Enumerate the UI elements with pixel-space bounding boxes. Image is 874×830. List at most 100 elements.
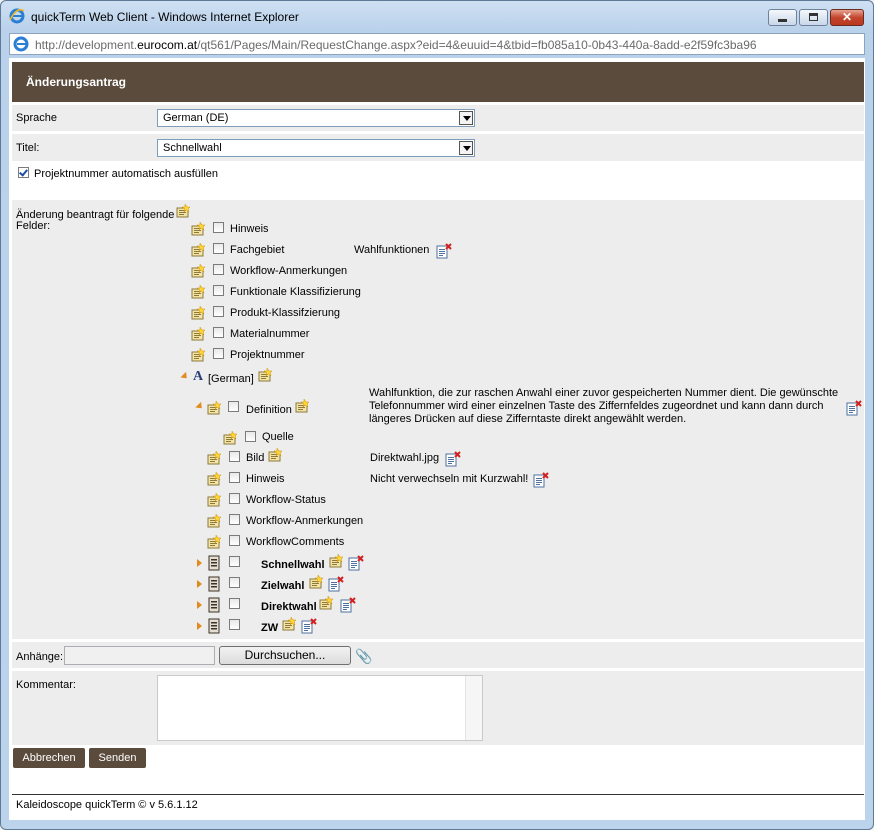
file-path-input[interactable]: [64, 646, 215, 665]
field-checkbox[interactable]: [229, 472, 240, 483]
delete-note-icon[interactable]: [846, 400, 862, 416]
delete-note-icon[interactable]: [328, 576, 344, 592]
field-label: Workflow-Anmerkungen: [230, 265, 348, 277]
send-button[interactable]: Senden: [89, 748, 146, 768]
delete-note-icon[interactable]: [301, 618, 317, 634]
edit-field-icon[interactable]: [191, 263, 207, 279]
expand-arrow-icon[interactable]: [197, 622, 202, 630]
field-label: Workflow-Status: [246, 494, 326, 506]
dialog-header: Änderungsantrag: [12, 62, 864, 102]
paperclip-icon[interactable]: 📎: [355, 648, 372, 665]
title-bar: quickTerm Web Client - Windows Internet …: [1, 1, 873, 31]
page-content: Änderungsantrag Sprache German (DE) Tite…: [9, 58, 865, 820]
field-checkbox[interactable]: [213, 306, 224, 317]
language-select[interactable]: German (DE): [157, 109, 475, 127]
edit-field-icon[interactable]: [191, 242, 207, 258]
language-a-icon: A: [193, 369, 204, 384]
field-label: Funktionale Klassifizierung: [230, 286, 361, 298]
definition-value: Wahlfunktion, die zur raschen Anwahl ein…: [369, 387, 839, 425]
edit-field-icon[interactable]: [207, 471, 223, 487]
delete-note-icon[interactable]: [436, 243, 452, 259]
edit-field-icon[interactable]: [207, 492, 223, 508]
source-label: Quelle: [262, 431, 294, 443]
term-checkbox[interactable]: [229, 556, 240, 567]
field-value: Nicht verwechseln mit Kurzwahl!: [370, 473, 529, 485]
close-button[interactable]: ✕: [830, 9, 864, 26]
edit-field-icon[interactable]: [223, 430, 239, 446]
term-checkbox[interactable]: [229, 577, 240, 588]
language-row: Sprache German (DE): [12, 105, 864, 131]
address-bar[interactable]: http://development.eurocom.at/qt561/Page…: [9, 33, 865, 55]
chevron-down-icon: [459, 111, 473, 125]
source-checkbox[interactable]: [245, 431, 256, 442]
field-label: Produkt-Klassifzierung: [230, 307, 341, 319]
term-document-icon: [206, 576, 222, 592]
footer-version: Kaleidoscope quickTerm © v 5.6.1.12: [16, 799, 198, 811]
edit-field-icon[interactable]: [207, 534, 223, 550]
edit-field-icon[interactable]: [191, 326, 207, 342]
edit-field-icon[interactable]: [309, 574, 325, 590]
edit-field-icon[interactable]: [319, 595, 335, 611]
comment-label: Kommentar:: [16, 679, 76, 691]
textarea-scrollbar[interactable]: [465, 676, 482, 740]
delete-note-icon[interactable]: [348, 555, 364, 571]
minimize-button[interactable]: [768, 9, 797, 26]
field-checkbox[interactable]: [213, 327, 224, 338]
edit-field-icon[interactable]: [191, 221, 207, 237]
close-icon: ✕: [842, 10, 853, 24]
edit-field-icon[interactable]: [258, 367, 274, 383]
field-checkbox[interactable]: [213, 243, 224, 254]
edit-field-icon[interactable]: [207, 513, 223, 529]
chevron-down-icon: [459, 141, 473, 155]
field-checkbox[interactable]: [213, 222, 224, 233]
field-checkbox[interactable]: [229, 514, 240, 525]
autofill-checkbox[interactable]: [18, 167, 29, 178]
maximize-button[interactable]: [799, 9, 828, 26]
field-label: Hinweis: [246, 473, 285, 485]
delete-note-icon[interactable]: [340, 597, 356, 613]
edit-field-icon[interactable]: [282, 616, 298, 632]
field-checkbox[interactable]: [213, 285, 224, 296]
field-checkbox[interactable]: [229, 493, 240, 504]
delete-note-icon[interactable]: [533, 472, 549, 488]
language-node-label: [German]: [208, 373, 254, 385]
term-label: ZW: [261, 622, 279, 634]
page-ie-icon: [13, 36, 29, 52]
title-select[interactable]: Schnellwahl: [157, 139, 475, 157]
cancel-button[interactable]: Abbrechen: [13, 748, 85, 768]
title-row: Titel: Schnellwahl: [12, 134, 864, 161]
browser-window: quickTerm Web Client - Windows Internet …: [0, 0, 874, 830]
autofill-label: Projektnummer automatisch ausfüllen: [34, 168, 219, 180]
url-text: http://development.eurocom.at/qt561/Page…: [35, 38, 757, 52]
field-checkbox[interactable]: [229, 535, 240, 546]
expand-arrow-icon[interactable]: [197, 559, 202, 567]
field-value: Direktwahl.jpg: [370, 452, 440, 464]
edit-field-icon[interactable]: [207, 450, 223, 466]
expand-arrow-icon[interactable]: [197, 580, 202, 588]
browse-button[interactable]: Durchsuchen...: [219, 646, 351, 665]
term-document-icon: [206, 618, 222, 634]
edit-field-icon[interactable]: [191, 284, 207, 300]
field-label: Hinweis: [230, 223, 269, 235]
field-checkbox[interactable]: [213, 264, 224, 275]
field-label: WorkflowComments: [246, 536, 345, 548]
edit-field-icon[interactable]: [295, 398, 311, 414]
term-checkbox[interactable]: [229, 598, 240, 609]
edit-field-icon[interactable]: [191, 305, 207, 321]
field-checkbox[interactable]: [213, 348, 224, 359]
definition-checkbox[interactable]: [228, 401, 239, 412]
edit-field-icon[interactable]: [268, 447, 284, 463]
definition-label: Definition: [246, 404, 292, 416]
term-checkbox[interactable]: [229, 619, 240, 630]
expand-arrow-icon[interactable]: [197, 601, 202, 609]
term-label: Schnellwahl: [261, 559, 325, 571]
edit-field-icon[interactable]: [176, 203, 192, 219]
edit-field-icon[interactable]: [191, 347, 207, 363]
edit-field-icon[interactable]: [329, 553, 345, 569]
edit-field-icon[interactable]: [207, 400, 223, 416]
field-checkbox[interactable]: [229, 451, 240, 462]
term-label: Zielwahl: [261, 580, 305, 592]
delete-note-icon[interactable]: [445, 451, 461, 467]
field-label: Bild: [246, 452, 265, 464]
comment-textarea[interactable]: [157, 675, 483, 741]
